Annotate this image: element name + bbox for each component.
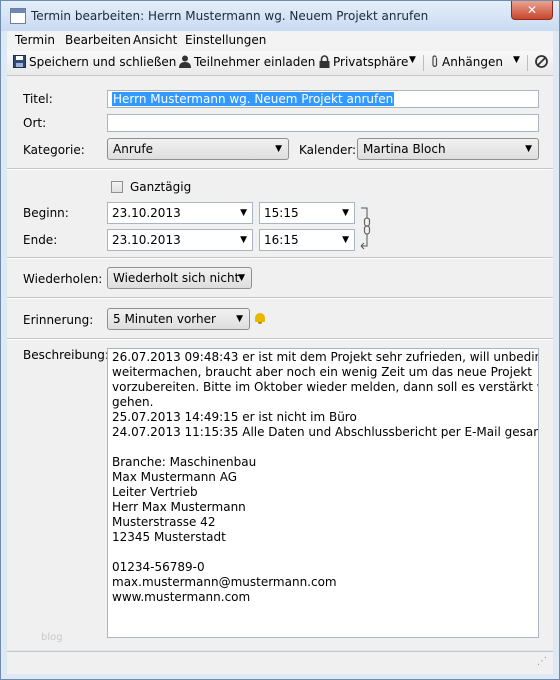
status-bar: ⋰	[7, 651, 553, 674]
chevron-down-icon: ▼	[240, 208, 247, 218]
end-date-picker[interactable]: 23.10.2013 ▼	[107, 229, 253, 251]
allday-checkbox[interactable]	[111, 181, 123, 193]
description-label: Beschreibung:	[23, 348, 109, 362]
location-input[interactable]	[107, 114, 539, 132]
window-title: Termin bearbeiten: Herrn Mustermann wg. …	[31, 9, 429, 23]
watermark: blog	[41, 632, 63, 643]
description-line: www.mustermann.com	[112, 590, 251, 604]
menu-bar: Termin Bearbeiten Ansicht Einstellungen	[7, 31, 553, 51]
chevron-down-icon: ▼	[275, 144, 282, 154]
end-date-value: 23.10.2013	[112, 233, 181, 247]
description-line: Herr Max Mustermann	[112, 500, 246, 514]
description-line: vorzubereiten. Bitte im Oktober wieder m…	[112, 380, 539, 394]
calendar-select[interactable]: Martina Bloch ▼	[357, 138, 539, 160]
repeat-value: Wiederholt sich nicht	[113, 271, 240, 285]
no-entry-icon	[535, 55, 548, 68]
chevron-down-icon: ▼	[342, 208, 349, 218]
begin-date-value: 23.10.2013	[112, 206, 181, 220]
description-line: Max Mustermann AG	[112, 470, 238, 484]
title-label: Titel:	[23, 92, 53, 106]
reminder-value: 5 Minuten vorher	[113, 312, 216, 326]
calendar-label: Kalender:	[299, 143, 357, 157]
title-bar[interactable]: Termin bearbeiten: Herrn Mustermann wg. …	[1, 1, 559, 31]
repeat-select[interactable]: Wiederholt sich nicht ▼	[107, 267, 252, 289]
privacy-button[interactable]: Privatsphäre	[319, 55, 408, 69]
category-select[interactable]: Anrufe ▼	[107, 138, 289, 160]
save-icon	[13, 55, 26, 68]
begin-time-picker[interactable]: 15:15 ▼	[259, 202, 355, 224]
description-line: gehen.	[112, 395, 154, 409]
chevron-down-icon: ▼	[240, 235, 247, 245]
description-textarea[interactable]: 26.07.2013 09:48:43 er ist mit dem Proje…	[107, 348, 539, 638]
title-input-value: Herrn Mustermann wg. Neuem Projekt anruf…	[112, 92, 395, 106]
reminder-select[interactable]: 5 Minuten vorher ▼	[107, 308, 250, 330]
calendar-app-icon	[10, 8, 26, 24]
chevron-down-icon: ▼	[525, 144, 532, 154]
description-line: 25.07.2013 14:49:15 er ist nicht im Büro	[112, 410, 357, 424]
privacy-label: Privatsphäre	[333, 55, 409, 69]
repeat-label: Wiederholen:	[23, 272, 103, 286]
menu-termin[interactable]: Termin	[15, 33, 55, 47]
category-value: Anrufe	[113, 142, 153, 156]
begin-date-picker[interactable]: 23.10.2013 ▼	[107, 202, 253, 224]
menu-einstellungen[interactable]: Einstellungen	[185, 33, 266, 47]
person-icon	[179, 55, 191, 68]
description-line: 12345 Musterstadt	[112, 530, 226, 544]
calendar-value: Martina Bloch	[363, 142, 446, 156]
end-time-picker[interactable]: 16:15 ▼	[259, 229, 355, 251]
toolbar-separator	[527, 55, 528, 71]
description-line: max.mustermann@mustermann.com	[112, 575, 337, 589]
location-label: Ort:	[23, 116, 47, 130]
menu-ansicht[interactable]: Ansicht	[133, 33, 177, 47]
invite-button[interactable]: Teilnehmer einladen	[179, 55, 315, 69]
description-line	[112, 440, 534, 455]
save-close-label: Speichern und schließen	[29, 55, 177, 69]
attach-dropdown-icon[interactable]: ▼	[513, 55, 520, 65]
description-line: Leiter Vertrieb	[112, 485, 198, 499]
menu-bearbeiten[interactable]: Bearbeiten	[65, 33, 131, 47]
save-close-button[interactable]: Speichern und schließen	[13, 55, 176, 69]
separator	[7, 168, 553, 170]
end-time-value: 16:15	[264, 233, 299, 247]
link-duration-icon[interactable]	[359, 204, 375, 254]
begin-label: Beginn:	[23, 206, 69, 220]
toolbar: Speichern und schließen Teilnehmer einla…	[7, 51, 553, 76]
reminder-label: Erinnerung:	[23, 313, 94, 327]
chevron-down-icon: ▼	[238, 273, 245, 283]
privacy-dropdown-icon[interactable]: ▼	[409, 55, 416, 65]
separator	[7, 338, 553, 340]
separator	[7, 257, 553, 259]
description-line: 24.07.2013 11:15:35 Alle Daten und Absch…	[112, 425, 539, 439]
resize-grip-icon[interactable]: ⋰	[537, 656, 549, 668]
title-input[interactable]: Herrn Mustermann wg. Neuem Projekt anruf…	[107, 90, 539, 108]
description-line: weitermachen, braucht aber noch ein weni…	[112, 365, 533, 379]
separator	[7, 297, 553, 299]
chevron-down-icon: ▼	[236, 314, 243, 324]
invite-label: Teilnehmer einladen	[194, 55, 316, 69]
description-line: Branche: Maschinenbau	[112, 455, 257, 469]
description-line	[112, 545, 534, 560]
category-label: Kategorie:	[23, 143, 85, 157]
attach-button[interactable]: Anhängen	[431, 55, 503, 69]
form-area: Titel: Herrn Mustermann wg. Neuem Projek…	[7, 76, 553, 650]
chevron-down-icon: ▼	[342, 235, 349, 245]
bell-icon	[255, 313, 265, 324]
appointment-dialog: Termin bearbeiten: Herrn Mustermann wg. …	[0, 0, 560, 680]
close-button[interactable]: ✕	[511, 1, 553, 20]
end-label: Ende:	[23, 233, 58, 247]
paperclip-icon	[432, 55, 438, 67]
attach-label: Anhängen	[442, 55, 503, 69]
toolbar-separator	[423, 55, 424, 71]
lock-icon	[319, 55, 330, 68]
description-line: 26.07.2013 09:48:43 er ist mit dem Proje…	[112, 350, 539, 364]
begin-time-value: 15:15	[264, 206, 299, 220]
description-line: 01234-56789-0	[112, 560, 205, 574]
description-line: Musterstrasse 42	[112, 515, 216, 529]
allday-label: Ganztägig	[130, 180, 192, 194]
delete-button[interactable]	[535, 55, 551, 69]
